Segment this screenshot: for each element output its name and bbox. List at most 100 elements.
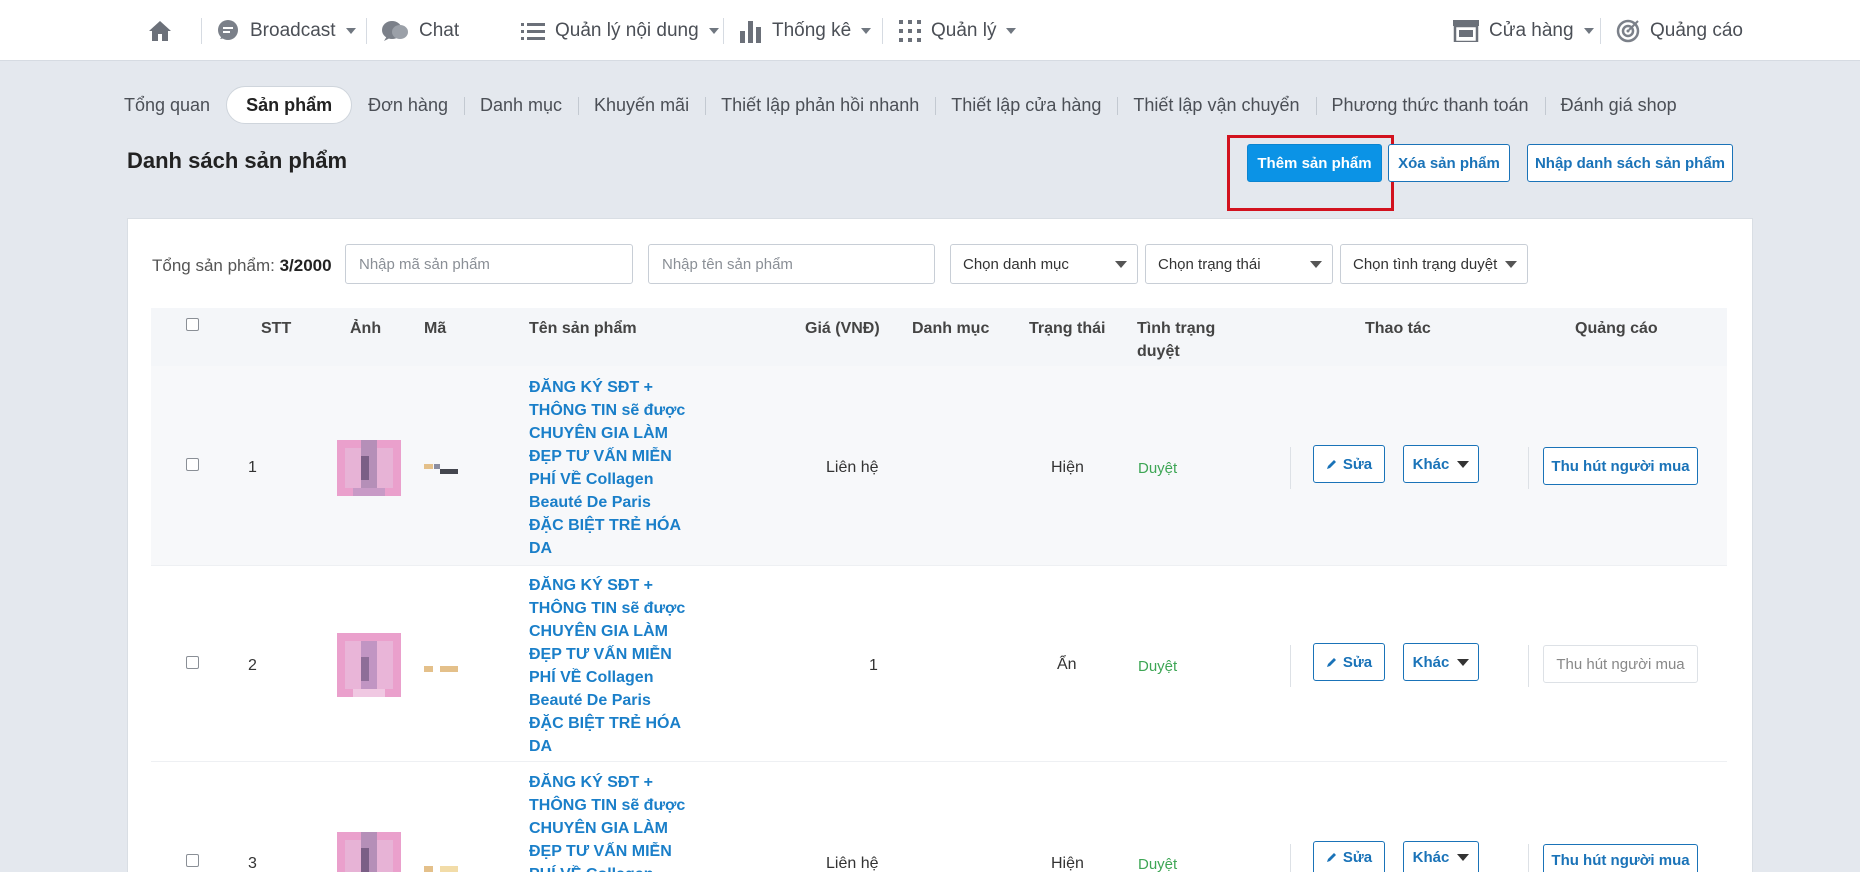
broadcast-icon (218, 19, 238, 40)
dropdown-arrow-icon (1457, 658, 1470, 666)
tab-promotions[interactable]: Khuyến mãi (578, 86, 705, 124)
add-product-button[interactable]: Thêm sản phẩm (1247, 144, 1382, 182)
delete-product-button[interactable]: Xóa sản phẩm (1388, 144, 1510, 182)
product-thumbnail (337, 633, 401, 697)
row-checkbox[interactable] (186, 854, 199, 867)
tab-quick-replies[interactable]: Thiết lập phản hồi nhanh (705, 86, 935, 124)
nav-manage[interactable]: Quản lý (899, 0, 1017, 61)
review-status-select[interactable]: Chọn tình trạng duyệt (1340, 244, 1528, 284)
nav-chat[interactable]: Chat (381, 0, 459, 61)
product-name-line: Beauté De Paris (529, 692, 651, 709)
column-divider (1528, 447, 1529, 489)
more-actions-dropdown[interactable]: Khác (1403, 841, 1479, 872)
tab-shipping-settings[interactable]: Thiết lập vận chuyển (1117, 86, 1315, 124)
tab-shop-reviews[interactable]: Đánh giá shop (1544, 86, 1693, 124)
edit-button[interactable]: Sửa (1313, 841, 1385, 872)
product-name-line: ĐĂNG KÝ SĐT + (529, 577, 654, 594)
status-select[interactable]: Chọn trạng thái (1145, 244, 1333, 284)
nav-broadcast-label: Broadcast (250, 19, 336, 41)
nav-statistics[interactable]: Thống kê (740, 0, 872, 61)
tab-categories[interactable]: Danh mục (463, 86, 578, 124)
nav-store[interactable]: Cửa hàng (1453, 0, 1594, 61)
more-actions-dropdown[interactable]: Khác (1403, 643, 1479, 681)
product-name-input[interactable] (648, 244, 935, 284)
nav-divider (201, 18, 202, 44)
bar-chart-icon (740, 20, 761, 43)
header-name: Tên sản phẩm (529, 320, 637, 337)
product-name-line: ĐĂNG KÝ SĐT + (529, 379, 654, 396)
row-review-status: Duyệt (1138, 856, 1178, 872)
tab-payment-methods[interactable]: Phương thức thanh toán (1315, 86, 1545, 124)
nav-statistics-label: Thống kê (772, 19, 852, 41)
column-divider (1528, 645, 1529, 687)
row-checkbox[interactable] (186, 656, 199, 669)
product-name-line: ĐẸP TƯ VẤN MIỄN (529, 448, 672, 465)
import-products-button[interactable]: Nhập danh sách sản phẩm (1527, 144, 1733, 182)
header-price: Giá (VNĐ) (805, 320, 880, 337)
nav-ads[interactable]: Quảng cáo (1616, 0, 1743, 61)
pencil-icon (1326, 460, 1336, 469)
chevron-down-icon (861, 27, 872, 34)
column-divider (1290, 844, 1291, 872)
product-name-line: THÔNG TIN sẽ được (529, 600, 686, 617)
nav-ads-label: Quảng cáo (1650, 19, 1743, 41)
header-category: Danh mục (912, 320, 990, 337)
header-image: Ảnh (350, 320, 382, 337)
edit-button[interactable]: Sửa (1313, 445, 1385, 483)
top-navbar: Broadcast Chat Quản lý nội dung Thống kê… (0, 0, 1860, 61)
attract-buyers-button[interactable]: Thu hút người mua (1543, 447, 1698, 485)
row-review-status: Duyệt (1138, 460, 1178, 477)
product-name-line: ĐẸP TƯ VẤN MIỄN (529, 646, 672, 663)
chevron-down-icon (1583, 27, 1594, 34)
status-select-value: Chọn trạng thái (1158, 255, 1261, 273)
attract-buyers-button[interactable]: Thu hút người mua (1543, 844, 1698, 872)
row-stt: 3 (248, 855, 257, 872)
column-divider (1528, 844, 1529, 872)
product-name-line: ĐĂNG KÝ SĐT + (529, 774, 654, 791)
product-name-line: Beauté De Paris (529, 494, 651, 511)
list-icon (521, 22, 545, 40)
row-checkbox[interactable] (186, 458, 199, 471)
row-status: Ẩn (1057, 656, 1077, 673)
tab-overview[interactable]: Tổng quan (102, 86, 226, 124)
product-name-line: CHUYÊN GIA LÀM (529, 623, 668, 640)
home-link[interactable] (148, 0, 172, 61)
dropdown-arrow-icon (1115, 261, 1127, 268)
nav-content-label: Quản lý nội dung (555, 19, 699, 41)
tab-products[interactable]: Sản phẩm (226, 86, 353, 124)
product-thumbnail (337, 440, 401, 496)
product-name-line: THÔNG TIN sẽ được (529, 797, 686, 814)
edit-label: Sửa (1342, 653, 1373, 671)
target-icon (1616, 19, 1640, 42)
more-actions-dropdown[interactable]: Khác (1403, 445, 1479, 483)
row-price: 1 (869, 657, 878, 674)
edit-button[interactable]: Sửa (1313, 643, 1385, 681)
header-code: Mã (424, 320, 447, 337)
product-name-link[interactable]: ĐĂNG KÝ SĐT + THÔNG TIN sẽ được CHUYÊN G… (529, 574, 689, 758)
row-price: Liên hệ (826, 459, 879, 476)
product-name-line: PHÍ VỀ Collagen (529, 471, 654, 488)
attract-buyers-button-disabled: Thu hút người mua (1543, 645, 1698, 683)
nav-content-management[interactable]: Quản lý nội dung (521, 0, 719, 61)
pencil-icon (1326, 658, 1336, 667)
header-review-line2: duyệt (1137, 343, 1180, 360)
product-name-link[interactable]: ĐĂNG KÝ SĐT + THÔNG TIN sẽ được CHUYÊN G… (529, 376, 689, 560)
category-select[interactable]: Chọn danh mục (950, 244, 1138, 284)
row-review-status: Duyệt (1138, 658, 1178, 675)
header-actions: Thao tác (1365, 320, 1431, 337)
column-divider (1290, 447, 1291, 489)
sub-tabs: Tổng quan Sản phẩm Đơn hàng Danh mục Khu… (124, 86, 1693, 124)
product-name-line: CHUYÊN GIA LÀM (529, 425, 668, 442)
tab-orders[interactable]: Đơn hàng (352, 86, 464, 124)
product-name-line: CHUYÊN GIA LÀM (529, 820, 668, 837)
dropdown-arrow-icon (1310, 261, 1322, 268)
nav-broadcast[interactable]: Broadcast (216, 0, 356, 61)
review-select-value: Chọn tình trạng duyệt (1353, 255, 1498, 273)
product-code-input[interactable] (345, 244, 633, 284)
header-status: Trạng thái (1029, 320, 1106, 337)
product-code-image (424, 866, 458, 872)
select-all-checkbox[interactable] (186, 318, 199, 331)
product-name-link[interactable]: ĐĂNG KÝ SĐT + THÔNG TIN sẽ được CHUYÊN G… (529, 771, 689, 872)
product-thumbnail (337, 832, 401, 872)
tab-store-settings[interactable]: Thiết lập cửa hàng (935, 86, 1117, 124)
